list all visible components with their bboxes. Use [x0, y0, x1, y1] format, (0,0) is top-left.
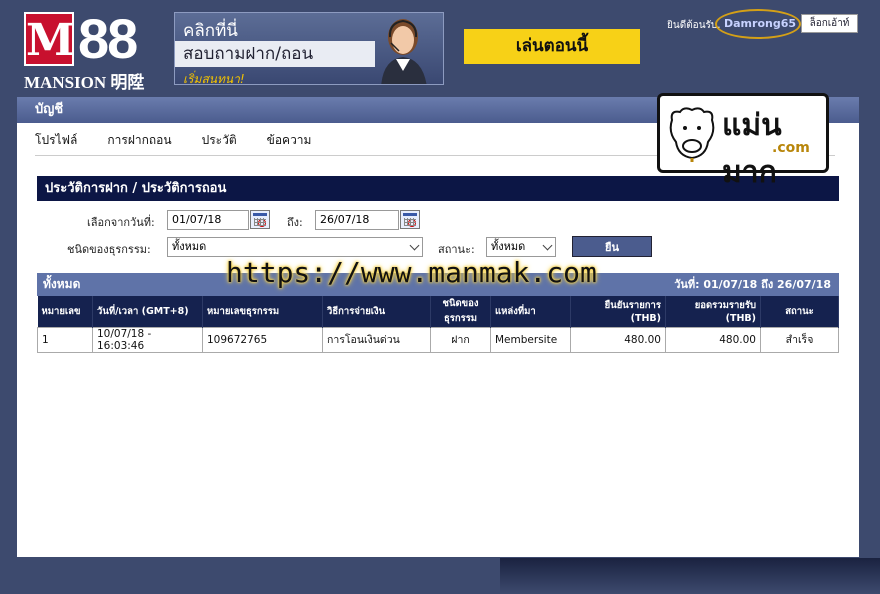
col-status: สถานะ	[760, 296, 839, 327]
transaction-type-value: ทั้งหมด	[172, 240, 207, 253]
table-header-row: หมายเลข วันที่/เวลา (GMT+8) หมายเลขธุรกร…	[37, 296, 839, 327]
banner-click-here: คลิกที่นี่	[183, 21, 238, 41]
account-nav: โปรไฟล์ การฝากถอน ประวัติ ข้อความ	[35, 131, 341, 151]
chevron-down-icon	[409, 240, 420, 251]
from-date-input[interactable]: 01/07/18	[167, 210, 249, 230]
col-source: แหล่งที่มา	[490, 296, 571, 327]
live-chat-banner[interactable]: คลิกที่นี่ สอบถามฝาก/ถอน เริ่มสนทนา!	[174, 12, 444, 85]
col-datetime: วันที่/เวลา (GMT+8)	[92, 296, 203, 327]
cell-transaction-id: 109672765	[202, 326, 323, 353]
col-number: หมายเลข	[37, 296, 93, 327]
cell-status: สำเร็จ	[760, 326, 839, 353]
cell-transaction-type: ฝาก	[430, 326, 491, 353]
m88-logo[interactable]: M 88 MANSION 明陞	[22, 7, 162, 92]
table-row: 1 10/07/18 - 16:03:46 109672765 การโอนเง…	[37, 326, 839, 353]
to-date-input[interactable]: 26/07/18	[315, 210, 399, 230]
cell-datetime: 10/07/18 - 16:03:46	[92, 326, 203, 353]
section-title: ประวัติการฝาก / ประวัติการถอน	[37, 176, 839, 201]
cell-total-amount: 480.00	[665, 326, 761, 353]
results-label: ทั้งหมด	[43, 277, 81, 291]
col-transaction-id: หมายเลขธุรกรรม	[202, 296, 323, 327]
col-total-amount: ยอดรวมรายรับ (THB)	[665, 296, 761, 327]
calendar-icon[interactable]	[400, 210, 420, 229]
tab-deposit-withdraw[interactable]: การฝากถอน	[107, 131, 171, 151]
username-link[interactable]: Damrong65	[724, 17, 796, 30]
logo-88: 88	[78, 7, 138, 70]
support-agent-icon	[381, 19, 427, 84]
status-value: ทั้งหมด	[491, 240, 526, 253]
watermark-url: https://www.manmak.com	[226, 256, 597, 289]
bottom-shadow	[500, 558, 880, 594]
tab-profile[interactable]: โปรไฟล์	[35, 131, 77, 151]
to-date-label: ถึง:	[287, 216, 303, 229]
watermark-logo-domain: .com	[772, 140, 810, 156]
calendar-icon[interactable]	[250, 210, 270, 229]
submit-button[interactable]: ยืน	[572, 236, 652, 257]
logout-button[interactable]: ล็อกเอ้าท์	[801, 14, 858, 33]
logo-mansion-text: MANSION 明陞	[24, 73, 145, 92]
banner-inquiry: สอบถามฝาก/ถอน	[175, 41, 375, 67]
logo-m-mark: M	[24, 12, 75, 66]
history-table: หมายเลข วันที่/เวลา (GMT+8) หมายเลขธุรกร…	[37, 296, 839, 353]
cow-icon	[669, 107, 715, 162]
transaction-type-select[interactable]: ทั้งหมด	[167, 237, 423, 257]
cell-number: 1	[37, 326, 93, 353]
from-date-label: เลือกจากวันที่:	[87, 216, 155, 229]
col-payment-method: วิธีการจ่ายเงิน	[322, 296, 431, 327]
cell-payment-method: การโอนเงินด่วน	[322, 326, 431, 353]
status-select[interactable]: ทั้งหมด	[486, 237, 556, 257]
cell-source: Membersite	[490, 326, 571, 353]
banner-start-chat: เริ่มสนทนา!	[183, 72, 245, 85]
transaction-type-label: ชนิดของธุรกรรม:	[67, 243, 151, 256]
cell-confirmed-amount: 480.00	[570, 326, 666, 353]
play-now-button[interactable]: เล่นตอนนี้	[464, 29, 640, 64]
chevron-down-icon	[542, 240, 553, 251]
tab-history[interactable]: ประวัติ	[202, 131, 237, 151]
welcome-text: ยินดีต้อนรับ,	[667, 20, 721, 31]
results-date-range: วันที่: 01/07/18 ถึง 26/07/18	[674, 278, 831, 291]
col-confirmed-amount: ยืนยันรายการ (THB)	[570, 296, 666, 327]
tab-messages[interactable]: ข้อความ	[267, 131, 312, 151]
col-transaction-type: ชนิดของ ธุรกรรม	[430, 296, 491, 327]
manmak-watermark-logo: แม่นมาก .com	[657, 93, 829, 190]
